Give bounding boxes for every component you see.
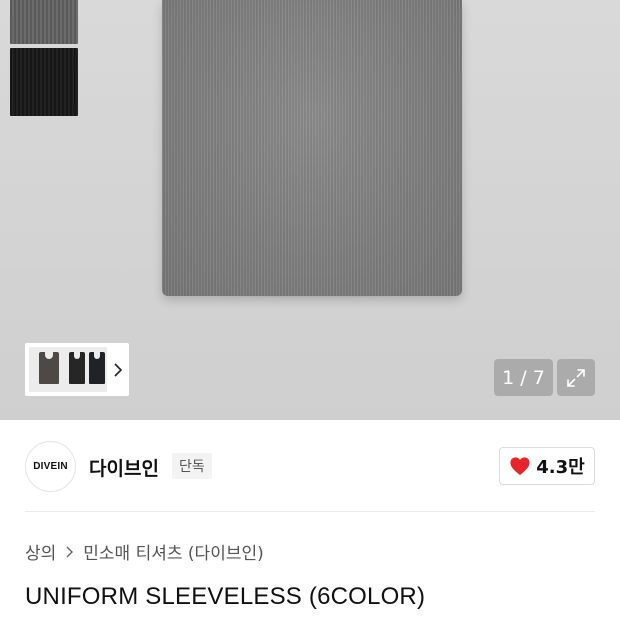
brand-name[interactable]: 다이브인: [89, 454, 159, 481]
color-swatch-gray[interactable]: [10, 0, 78, 44]
category-breadcrumb: 상의 민소매 티셔츠 (다이브인): [25, 539, 264, 564]
thumbnail-image: [29, 347, 107, 392]
brand-row: DIVEIN 다이브인 단독 4.3만: [0, 420, 620, 512]
color-swatch-black[interactable]: [10, 48, 78, 116]
heart-icon: [510, 457, 530, 476]
brand-logo[interactable]: DIVEIN: [25, 441, 76, 492]
product-title: UNIFORM SLEEVELESS (6COLOR): [25, 583, 426, 610]
product-image-gallery[interactable]: 1 / 7: [0, 0, 620, 420]
expand-arrows-icon: [567, 368, 585, 387]
breadcrumb-category-sub[interactable]: 민소매 티셔츠 (다이브인): [83, 539, 263, 564]
image-page-counter: 1 / 7: [494, 359, 553, 396]
chevron-right-icon: [66, 546, 74, 557]
expand-image-button[interactable]: [557, 359, 595, 396]
thumbnail-tank-brown: [39, 350, 59, 384]
thumbnail-tank-navy: [89, 350, 105, 384]
exclusive-badge: 단독: [172, 453, 212, 479]
product-main-image[interactable]: [162, 0, 462, 296]
chevron-right-icon: [114, 362, 123, 377]
like-button[interactable]: 4.3만: [499, 447, 595, 485]
like-count: 4.3만: [536, 457, 585, 478]
breadcrumb-category-top[interactable]: 상의: [25, 539, 56, 564]
section-divider: [25, 511, 595, 512]
thumbnail-strip-button[interactable]: [25, 343, 129, 396]
thumbnail-tank-black: [69, 350, 85, 384]
